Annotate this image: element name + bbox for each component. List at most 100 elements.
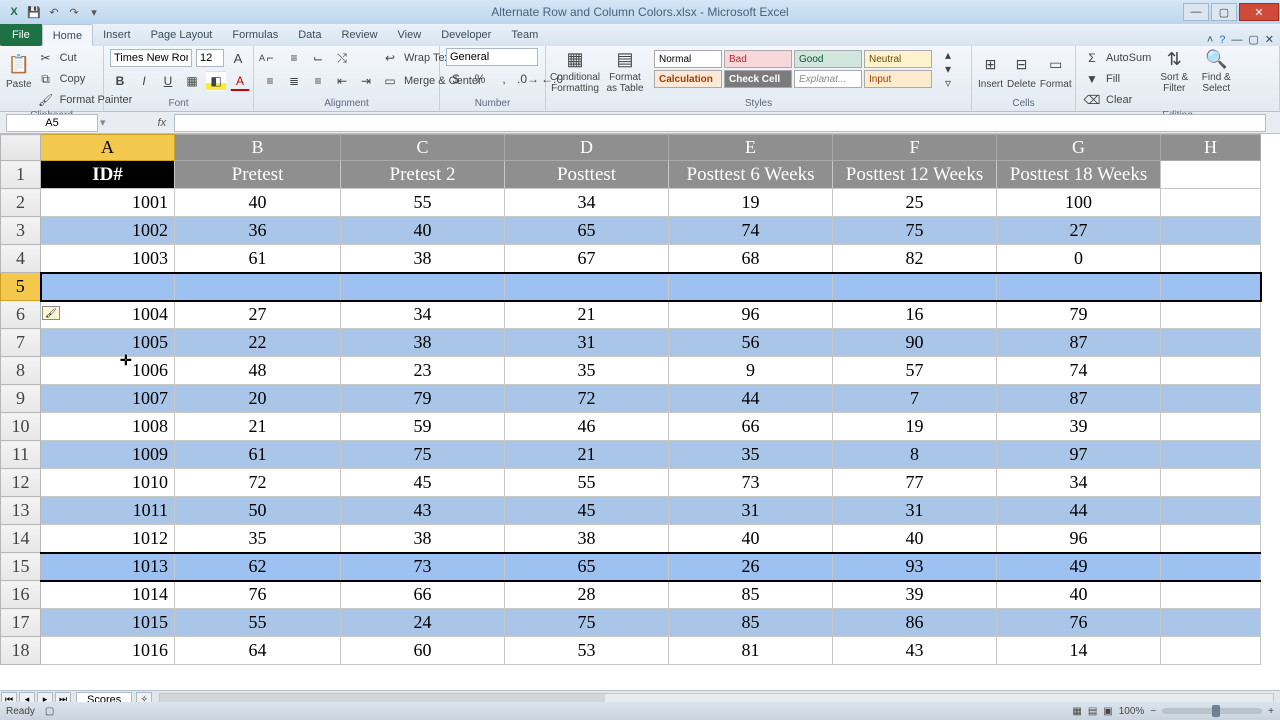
cell-F1[interactable]: Posttest 12 Weeks <box>833 161 997 189</box>
cell-F7[interactable]: 90 <box>833 329 997 357</box>
cell-F9[interactable]: 7 <box>833 385 997 413</box>
conditional-formatting-button[interactable]: ▦Conditional Formatting <box>552 48 598 94</box>
align-right-icon[interactable]: ≡ <box>308 71 328 91</box>
column-header-E[interactable]: E <box>669 135 833 161</box>
cell-E13[interactable]: 31 <box>669 497 833 525</box>
row-header-17[interactable]: 17 <box>1 609 41 637</box>
view-pagebreak-icon[interactable]: ▣ <box>1103 706 1112 717</box>
column-header-C[interactable]: C <box>341 135 505 161</box>
cell-D10[interactable]: 46 <box>505 413 669 441</box>
cell-D14[interactable]: 38 <box>505 525 669 553</box>
cell-B11[interactable]: 61 <box>175 441 341 469</box>
cell-F2[interactable]: 25 <box>833 189 997 217</box>
cell-G4[interactable]: 0 <box>997 245 1161 273</box>
italic-icon[interactable]: I <box>134 71 154 91</box>
cell-G11[interactable]: 97 <box>997 441 1161 469</box>
cell-D13[interactable]: 45 <box>505 497 669 525</box>
row-header-10[interactable]: 10 <box>1 413 41 441</box>
save-icon[interactable]: 💾 <box>26 4 42 20</box>
name-box[interactable]: A5 <box>6 114 98 132</box>
cell-D11[interactable]: 21 <box>505 441 669 469</box>
cell-D3[interactable]: 65 <box>505 217 669 245</box>
cell-C11[interactable]: 75 <box>341 441 505 469</box>
align-bottom-icon[interactable]: ⌙ <box>308 48 328 68</box>
cell-B1[interactable]: Pretest <box>175 161 341 189</box>
cell-style-input[interactable]: Input <box>864 70 932 88</box>
workbook-min-icon[interactable]: — <box>1231 34 1242 46</box>
cell-E14[interactable]: 40 <box>669 525 833 553</box>
redo-icon[interactable]: ↷ <box>66 4 82 20</box>
tab-view[interactable]: View <box>388 24 432 46</box>
cell-B4[interactable]: 61 <box>175 245 341 273</box>
cell-A1[interactable]: ID# <box>41 161 175 189</box>
view-layout-icon[interactable]: ▤ <box>1088 706 1097 717</box>
cell-G12[interactable]: 34 <box>997 469 1161 497</box>
minimize-button[interactable]: — <box>1183 3 1209 21</box>
cell-H2[interactable] <box>1161 189 1261 217</box>
clear-icon[interactable]: ⌫ <box>1082 90 1102 110</box>
row-header-18[interactable]: 18 <box>1 637 41 665</box>
cell-G7[interactable]: 87 <box>997 329 1161 357</box>
cell-H15[interactable] <box>1161 553 1261 581</box>
cell-D5[interactable] <box>505 273 669 301</box>
cell-H13[interactable] <box>1161 497 1261 525</box>
cell-G18[interactable]: 14 <box>997 637 1161 665</box>
merge-icon[interactable]: ▭ <box>380 71 400 91</box>
cell-C12[interactable]: 45 <box>341 469 505 497</box>
format-as-table-button[interactable]: ▤Format as Table <box>602 48 648 94</box>
cell-G10[interactable]: 39 <box>997 413 1161 441</box>
cell-A2[interactable]: 1001 <box>41 189 175 217</box>
cell-G3[interactable]: 27 <box>997 217 1161 245</box>
cell-F17[interactable]: 86 <box>833 609 997 637</box>
cell-E18[interactable]: 81 <box>669 637 833 665</box>
cell-styles-gallery[interactable]: NormalBadGoodNeutralCalculationCheck Cel… <box>652 48 934 88</box>
row-header-13[interactable]: 13 <box>1 497 41 525</box>
row-header-6[interactable]: 6 <box>1 301 41 329</box>
cell-F5[interactable] <box>833 273 997 301</box>
name-box-dropdown-icon[interactable]: ▾ <box>100 116 106 129</box>
cell-D12[interactable]: 55 <box>505 469 669 497</box>
cell-C18[interactable]: 60 <box>341 637 505 665</box>
cell-H5[interactable] <box>1161 273 1261 301</box>
cell-F13[interactable]: 31 <box>833 497 997 525</box>
cell-E3[interactable]: 74 <box>669 217 833 245</box>
cell-B3[interactable]: 36 <box>175 217 341 245</box>
column-header-G[interactable]: G <box>997 135 1161 161</box>
worksheet-grid[interactable]: ABCDEFGH1ID#PretestPretest 2PosttestPost… <box>0 134 1280 690</box>
column-header-A[interactable]: A <box>41 135 175 161</box>
format-painter-icon[interactable]: 🖌 <box>36 90 56 110</box>
cell-C2[interactable]: 55 <box>341 189 505 217</box>
cell-A3[interactable]: 1002 <box>41 217 175 245</box>
inc-decimal-icon[interactable]: .0→ <box>518 69 538 89</box>
styles-more-icon[interactable]: ▿ <box>938 76 958 90</box>
row-header-15[interactable]: 15 <box>1 553 41 581</box>
cell-F8[interactable]: 57 <box>833 357 997 385</box>
cell-A7[interactable]: 1005 <box>41 329 175 357</box>
copy-icon[interactable]: ⧉ <box>36 69 56 89</box>
cell-D6[interactable]: 21 <box>505 301 669 329</box>
cell-E17[interactable]: 85 <box>669 609 833 637</box>
cell-B17[interactable]: 55 <box>175 609 341 637</box>
cell-F18[interactable]: 43 <box>833 637 997 665</box>
zoom-slider[interactable] <box>1162 708 1262 714</box>
align-left-icon[interactable]: ≡ <box>260 71 280 91</box>
cell-D7[interactable]: 31 <box>505 329 669 357</box>
cell-C5[interactable] <box>341 273 505 301</box>
cell-G15[interactable]: 49 <box>997 553 1161 581</box>
cell-E1[interactable]: Posttest 6 Weeks <box>669 161 833 189</box>
cell-C9[interactable]: 79 <box>341 385 505 413</box>
cell-B15[interactable]: 62 <box>175 553 341 581</box>
cell-D18[interactable]: 53 <box>505 637 669 665</box>
column-header-F[interactable]: F <box>833 135 997 161</box>
font-name-input[interactable] <box>110 49 192 67</box>
cell-E8[interactable]: 9 <box>669 357 833 385</box>
cell-E15[interactable]: 26 <box>669 553 833 581</box>
cell-F4[interactable]: 82 <box>833 245 997 273</box>
row-header-3[interactable]: 3 <box>1 217 41 245</box>
cell-H9[interactable] <box>1161 385 1261 413</box>
cell-B12[interactable]: 72 <box>175 469 341 497</box>
cell-C10[interactable]: 59 <box>341 413 505 441</box>
align-top-icon[interactable]: ⌐ <box>260 48 280 68</box>
cell-B14[interactable]: 35 <box>175 525 341 553</box>
underline-icon[interactable]: U <box>158 71 178 91</box>
